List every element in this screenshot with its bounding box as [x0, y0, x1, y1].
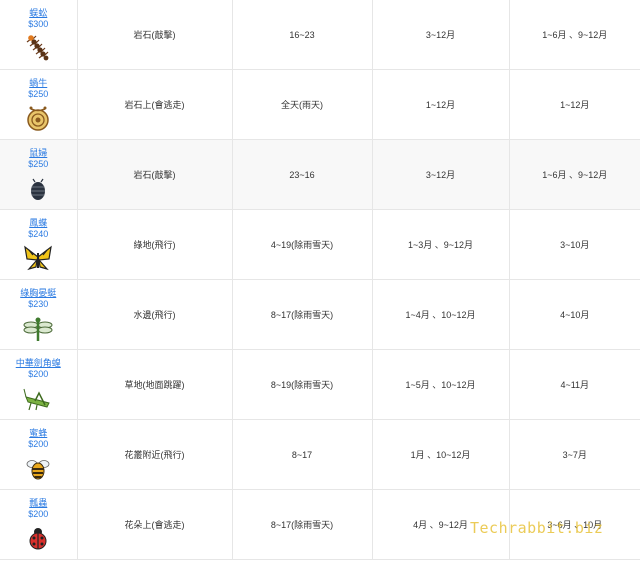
south-months-cell: 1~6月 、9~12月	[509, 139, 640, 210]
location-cell: 岩石上(會逃走)	[77, 69, 233, 140]
pill-bug-icon	[23, 173, 53, 203]
time-cell: 4~19(除雨雪天)	[232, 209, 373, 280]
table-row: 蜜蜂 $200 花叢附近(飛行) 8~17 1月 、10~12月 3~7月	[0, 419, 640, 490]
name-cell: 鳳蝶 $240	[0, 209, 78, 280]
bug-name-link[interactable]: 蝸牛	[0, 78, 77, 89]
bug-name-link[interactable]: 鳳蝶	[0, 218, 77, 229]
south-months-cell: 4~11月	[509, 349, 640, 420]
south-months-cell: 1~6月 、9~12月	[509, 0, 640, 70]
time-cell: 8~17(除雨雪天)	[232, 489, 373, 560]
name-cell: 蜈蚣 $300	[0, 0, 78, 70]
north-months-cell: 1~4月 、10~12月	[372, 279, 510, 350]
bug-name-link[interactable]: 鼠婦	[0, 148, 77, 159]
north-months-cell: 1月 、10~12月	[372, 419, 510, 490]
name-cell: 蜜蜂 $200	[0, 419, 78, 490]
site-watermark: Techrabbit.biz	[470, 519, 604, 537]
table-row: 中華劍角蝗 $200 草地(地面跳躍) 8~19(除雨雪天) 1~5月 、10~…	[0, 349, 640, 420]
location-cell: 草地(地面跳躍)	[77, 349, 233, 420]
north-months-cell: 3~12月	[372, 0, 510, 70]
table-row: 鼠婦 $250 岩石(敲擊) 23~16 3~12月 1~6月 、9~12月	[0, 139, 640, 210]
name-cell: 蝸牛 $250	[0, 69, 78, 140]
bug-name-link[interactable]: 綠胸晏蜓	[0, 288, 77, 299]
time-cell: 全天(雨天)	[232, 69, 373, 140]
name-cell: 綠胸晏蜓 $230	[0, 279, 78, 350]
bug-price: $300	[28, 19, 49, 29]
bug-price: $200	[28, 369, 49, 379]
snail-icon	[23, 103, 53, 133]
bug-name-link[interactable]: 瓢蟲	[0, 498, 77, 509]
north-months-cell: 1~5月 、10~12月	[372, 349, 510, 420]
name-cell: 鼠婦 $250	[0, 139, 78, 210]
honeybee-icon	[23, 453, 53, 483]
time-cell: 8~17	[232, 419, 373, 490]
grasshopper-icon	[23, 383, 53, 413]
time-cell: 16~23	[232, 0, 373, 70]
table-row: 蝸牛 $250 岩石上(會逃走) 全天(雨天) 1~12月 1~12月	[0, 69, 640, 140]
time-cell: 23~16	[232, 139, 373, 210]
time-cell: 8~17(除雨雪天)	[232, 279, 373, 350]
dragonfly-icon	[23, 313, 53, 343]
south-months-cell: 4~10月	[509, 279, 640, 350]
time-cell: 8~19(除雨雪天)	[232, 349, 373, 420]
name-cell: 中華劍角蝗 $200	[0, 349, 78, 420]
south-months-cell: 3~10月	[509, 209, 640, 280]
bug-price: $230	[28, 299, 49, 309]
bug-name-link[interactable]: 中華劍角蝗	[0, 358, 77, 369]
location-cell: 綠地(飛行)	[77, 209, 233, 280]
location-cell: 水邊(飛行)	[77, 279, 233, 350]
north-months-cell: 3~12月	[372, 139, 510, 210]
north-months-cell: 1~3月 、9~12月	[372, 209, 510, 280]
bug-price: $200	[28, 439, 49, 449]
bug-price: $250	[28, 159, 49, 169]
bug-table: 蜈蚣 $300 岩石(敲擊) 16~23 3~12月 1~6月 、9~12月 蝸…	[0, 0, 640, 560]
butterfly-icon	[23, 243, 53, 273]
table-row: 綠胸晏蜓 $230 水邊(飛行) 8~17(除雨雪天) 1~4月 、10~12月…	[0, 279, 640, 350]
bug-name-link[interactable]: 蜈蚣	[0, 8, 77, 19]
bug-price: $240	[28, 229, 49, 239]
location-cell: 花朵上(會逃走)	[77, 489, 233, 560]
location-cell: 岩石(敲擊)	[77, 0, 233, 70]
bug-price: $200	[28, 509, 49, 519]
ladybug-icon	[23, 523, 53, 553]
bug-price: $250	[28, 89, 49, 99]
north-months-cell: 1~12月	[372, 69, 510, 140]
south-months-cell: 1~12月	[509, 69, 640, 140]
centipede-icon	[23, 33, 53, 63]
south-months-cell: 3~7月	[509, 419, 640, 490]
location-cell: 花叢附近(飛行)	[77, 419, 233, 490]
name-cell: 瓢蟲 $200	[0, 489, 78, 560]
bug-name-link[interactable]: 蜜蜂	[0, 428, 77, 439]
table-row: 鳳蝶 $240 綠地(飛行) 4~19(除雨雪天) 1~3月 、9~12月 3~…	[0, 209, 640, 280]
location-cell: 岩石(敲擊)	[77, 139, 233, 210]
table-row: 蜈蚣 $300 岩石(敲擊) 16~23 3~12月 1~6月 、9~12月	[0, 0, 640, 70]
